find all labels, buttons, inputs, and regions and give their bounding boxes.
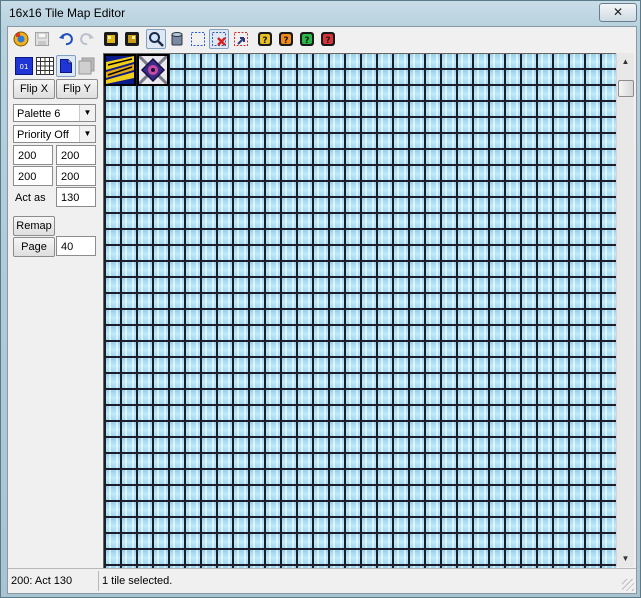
paste-icon[interactable] bbox=[231, 29, 251, 49]
help-orange-icon[interactable]: ? bbox=[276, 29, 296, 49]
redo-icon[interactable] bbox=[77, 29, 97, 49]
window-title: 16x16 Tile Map Editor bbox=[9, 6, 126, 20]
help-red-icon[interactable]: ? bbox=[318, 29, 338, 49]
flip-x-button[interactable]: Flip X bbox=[13, 79, 55, 99]
properties-panel: 01 Flip X Flip Y Palette 6 ▼ Priority Of… bbox=[8, 53, 102, 567]
scroll-down-icon[interactable]: ▼ bbox=[617, 550, 634, 567]
priority-value: Priority Off bbox=[17, 129, 69, 141]
remap-button[interactable]: Remap bbox=[13, 216, 55, 236]
palette-select[interactable]: Palette 6 ▼ bbox=[13, 104, 96, 122]
palette-a-icon[interactable] bbox=[101, 29, 121, 49]
info-icon[interactable] bbox=[11, 29, 31, 49]
bucket-icon[interactable] bbox=[167, 29, 187, 49]
mode-badge-text: 01 bbox=[20, 63, 29, 71]
page-field[interactable]: 40 bbox=[56, 236, 96, 256]
close-button[interactable]: ✕ bbox=[599, 3, 637, 22]
act-as-field[interactable]: 130 bbox=[56, 187, 96, 207]
svg-text:?: ? bbox=[304, 36, 309, 46]
copy-page-icon[interactable] bbox=[77, 56, 97, 76]
help-yellow-icon[interactable]: ? bbox=[255, 29, 275, 49]
value-field-1a[interactable]: 200 bbox=[13, 145, 53, 165]
help-green-icon[interactable]: ? bbox=[297, 29, 317, 49]
tile-slope[interactable] bbox=[104, 54, 136, 86]
toolbar: ? ? ? ? bbox=[8, 27, 636, 53]
chevron-down-icon: ▼ bbox=[79, 105, 95, 121]
status-tile-info: 200: Act 130 bbox=[11, 575, 73, 587]
mode-icon[interactable]: 01 bbox=[14, 56, 34, 76]
value-field-2b[interactable]: 200 bbox=[56, 166, 96, 186]
page-view-icon[interactable] bbox=[56, 55, 76, 77]
scroll-up-icon[interactable]: ▲ bbox=[617, 53, 634, 70]
value-field-2a[interactable]: 200 bbox=[13, 166, 53, 186]
save-icon[interactable] bbox=[32, 29, 52, 49]
client-area: ? ? ? ? 01 Flip X Flip Y Palette 6 ▼ Pri… bbox=[7, 26, 637, 594]
tile-pickup[interactable] bbox=[137, 54, 169, 86]
scroll-thumb[interactable] bbox=[618, 80, 634, 97]
svg-text:?: ? bbox=[283, 36, 288, 46]
status-bar: 200: Act 130 1 tile selected. bbox=[8, 568, 636, 593]
undo-icon[interactable] bbox=[56, 29, 76, 49]
delete-icon[interactable] bbox=[209, 29, 229, 49]
zoom-icon[interactable] bbox=[146, 29, 166, 49]
svg-text:?: ? bbox=[262, 36, 267, 46]
resize-grip-icon[interactable] bbox=[622, 579, 634, 591]
chevron-down-icon: ▼ bbox=[79, 126, 95, 142]
title-bar[interactable]: 16x16 Tile Map Editor ✕ bbox=[1, 1, 640, 25]
tile-map-canvas[interactable] bbox=[103, 53, 616, 568]
vertical-scrollbar[interactable]: ▲ ▼ bbox=[616, 53, 634, 567]
act-as-label: Act as bbox=[15, 192, 46, 204]
priority-select[interactable]: Priority Off ▼ bbox=[13, 125, 96, 143]
svg-text:?: ? bbox=[325, 36, 330, 46]
value-field-1b[interactable]: 200 bbox=[56, 145, 96, 165]
status-selection: 1 tile selected. bbox=[102, 575, 173, 587]
palette-b-icon[interactable] bbox=[122, 29, 142, 49]
select-icon[interactable] bbox=[188, 29, 208, 49]
grid-icon[interactable] bbox=[35, 56, 55, 76]
palette-value: Palette 6 bbox=[17, 108, 61, 120]
flip-y-button[interactable]: Flip Y bbox=[56, 79, 98, 99]
page-button[interactable]: Page bbox=[13, 237, 55, 257]
editor-window: 16x16 Tile Map Editor ✕ ? ? ? ? 01 Flip … bbox=[0, 0, 641, 598]
status-separator bbox=[98, 571, 99, 591]
